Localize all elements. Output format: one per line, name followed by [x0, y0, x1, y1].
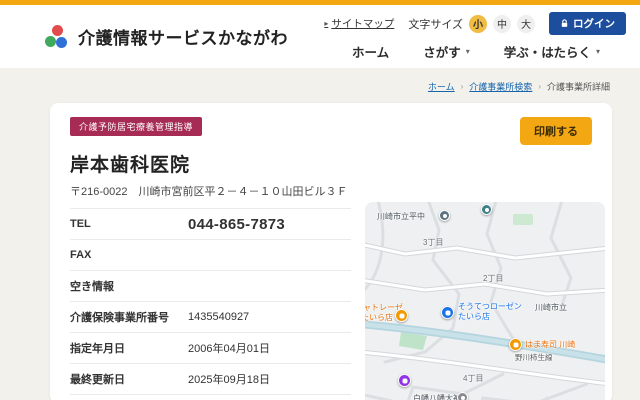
- logo-dot-red: [52, 24, 63, 36]
- facility-detail-card: 介護予防居宅療養管理指導 印刷する 岸本歯科医院 〒216-0022 川崎市宮前…: [50, 103, 612, 400]
- site-logo[interactable]: 介護情報サービスかながわ: [44, 24, 288, 50]
- map-label-district3: 3丁目: [423, 238, 444, 247]
- nav-learn-label: 学ぶ・はたらく: [503, 46, 591, 60]
- map-label-chateraise[interactable]: シャトレーゼ たいら店: [365, 303, 403, 323]
- logo-dot-blue: [56, 36, 67, 48]
- map-label-hamazushi[interactable]: はま寿司 川崎: [525, 340, 575, 350]
- chevron-down-icon: ▾: [595, 47, 600, 56]
- map[interactable]: 川崎市立平中 3丁目 2丁目 そうてつローゼン たいら店 シャトレーゼ たいら店…: [365, 202, 605, 400]
- field-label: 指定年月日: [70, 343, 125, 355]
- nav-home[interactable]: ホーム: [352, 42, 389, 61]
- school-pin-icon[interactable]: [439, 210, 450, 221]
- font-size-control: 文字サイズ 小 中 大: [408, 14, 535, 33]
- facility-name: 岸本歯科医院: [70, 155, 191, 176]
- lock-icon: [561, 19, 568, 27]
- field-value: 1435540927: [188, 311, 250, 323]
- chevron-right-icon: ▸: [324, 19, 329, 28]
- poi-pin-icon[interactable]: [481, 204, 492, 215]
- header-right: ▸ サイトマップ 文字サイズ 小 中 大 ログイン ホーム さがす ▾ 学ぶ・はたら…: [324, 12, 626, 61]
- field-row-fax: FAX: [70, 239, 351, 270]
- service-type-badge: 介護予防居宅療養管理指導: [70, 117, 203, 136]
- sitemap-link[interactable]: ▸ サイトマップ: [324, 16, 394, 31]
- logo-dot-green: [45, 35, 56, 47]
- field-row-vacancy: 空き情報: [70, 270, 351, 301]
- field-row-office-number: 介護保険事業所番号 1435540927: [70, 301, 351, 332]
- nav-search-label: さがす: [423, 46, 461, 60]
- font-size-label: 文字サイズ: [408, 18, 463, 31]
- field-label: FAX: [70, 249, 92, 261]
- sitemap-label: サイトマップ: [331, 18, 395, 30]
- utility-row: ▸ サイトマップ 文字サイズ 小 中 大 ログイン: [324, 12, 626, 35]
- breadcrumb-search[interactable]: 介護事業所検索: [469, 80, 532, 93]
- card-top-row: 介護予防居宅療養管理指導 印刷する: [70, 117, 592, 145]
- poi-purple-pin-icon[interactable]: [398, 374, 411, 387]
- field-value: 2025年09月18日: [188, 374, 270, 386]
- print-button[interactable]: 印刷する: [520, 117, 592, 145]
- shrine-pin-icon[interactable]: [457, 392, 468, 400]
- breadcrumb-home[interactable]: ホーム: [428, 80, 455, 93]
- field-label: 介護保険事業所番号: [70, 312, 169, 324]
- map-label-district4: 4丁目: [463, 374, 484, 383]
- breadcrumb: ホーム › 介護事業所検索 › 介護事業所詳細: [50, 68, 612, 103]
- store-pin-icon[interactable]: [395, 309, 408, 322]
- map-label-sotetsu-rosen[interactable]: そうてつローゼン たいら店: [458, 302, 522, 322]
- field-row-manager: 管理者: [70, 394, 351, 400]
- site-title: 介護情報サービスかながわ: [78, 29, 288, 48]
- field-label: 最終更新日: [70, 374, 125, 386]
- chevron-down-icon: ▾: [465, 47, 470, 56]
- card-body: TEL 044-865-7873 FAX 空き情報 介護保険事業所番号 1435…: [70, 202, 605, 400]
- site-header: 介護情報サービスかながわ ▸ サイトマップ 文字サイズ 小 中 大 ログイン ホー…: [0, 5, 640, 68]
- field-row-last-updated: 最終更新日 2025年09月18日: [70, 363, 351, 394]
- login-button[interactable]: ログイン: [549, 12, 626, 35]
- facility-address: 〒216-0022 川崎市宮前区平２－４－１０山田ビル３Ｆ: [70, 186, 348, 198]
- font-size-large-button[interactable]: 大: [517, 14, 535, 33]
- logo-icon: [44, 24, 70, 50]
- map-label-shrine[interactable]: 白幡八幡大神: [413, 394, 461, 400]
- map-label-district2: 2丁目: [483, 274, 504, 283]
- font-size-medium-button[interactable]: 中: [493, 14, 511, 33]
- map-label-road: 野川柿生線: [515, 353, 553, 362]
- chevron-right-icon: ›: [538, 82, 541, 91]
- map-label-city-facility[interactable]: 川崎市立: [535, 303, 567, 313]
- page-content: ホーム › 介護事業所検索 › 介護事業所詳細 介護予防居宅療養管理指導 印刷す…: [50, 68, 612, 400]
- breadcrumb-current: 介護事業所詳細: [546, 82, 610, 92]
- restaurant-pin-icon[interactable]: [509, 338, 522, 351]
- nav-learn[interactable]: 学ぶ・はたらく ▾: [504, 42, 600, 61]
- facility-fields: TEL 044-865-7873 FAX 空き情報 介護保険事業所番号 1435…: [70, 208, 351, 400]
- field-label: TEL: [70, 218, 91, 230]
- font-size-small-button[interactable]: 小: [469, 14, 487, 33]
- supermarket-pin-icon[interactable]: [441, 306, 454, 319]
- nav-search[interactable]: さがす ▾: [423, 42, 470, 61]
- login-label: ログイン: [573, 18, 615, 30]
- field-row-tel: TEL 044-865-7873: [70, 208, 351, 239]
- map-label-school[interactable]: 川崎市立平中: [377, 212, 425, 222]
- nav-home-label: ホーム: [352, 46, 390, 60]
- chevron-right-icon: ›: [460, 82, 464, 91]
- field-value: 2006年04月01日: [188, 343, 270, 355]
- map-tiles: [365, 202, 605, 400]
- main-nav: ホーム さがす ▾ 学ぶ・はたらく ▾: [352, 42, 600, 61]
- field-value: 044-865-7873: [188, 215, 286, 233]
- field-row-designation-date: 指定年月日 2006年04月01日: [70, 332, 351, 363]
- field-label: 空き情報: [70, 281, 114, 293]
